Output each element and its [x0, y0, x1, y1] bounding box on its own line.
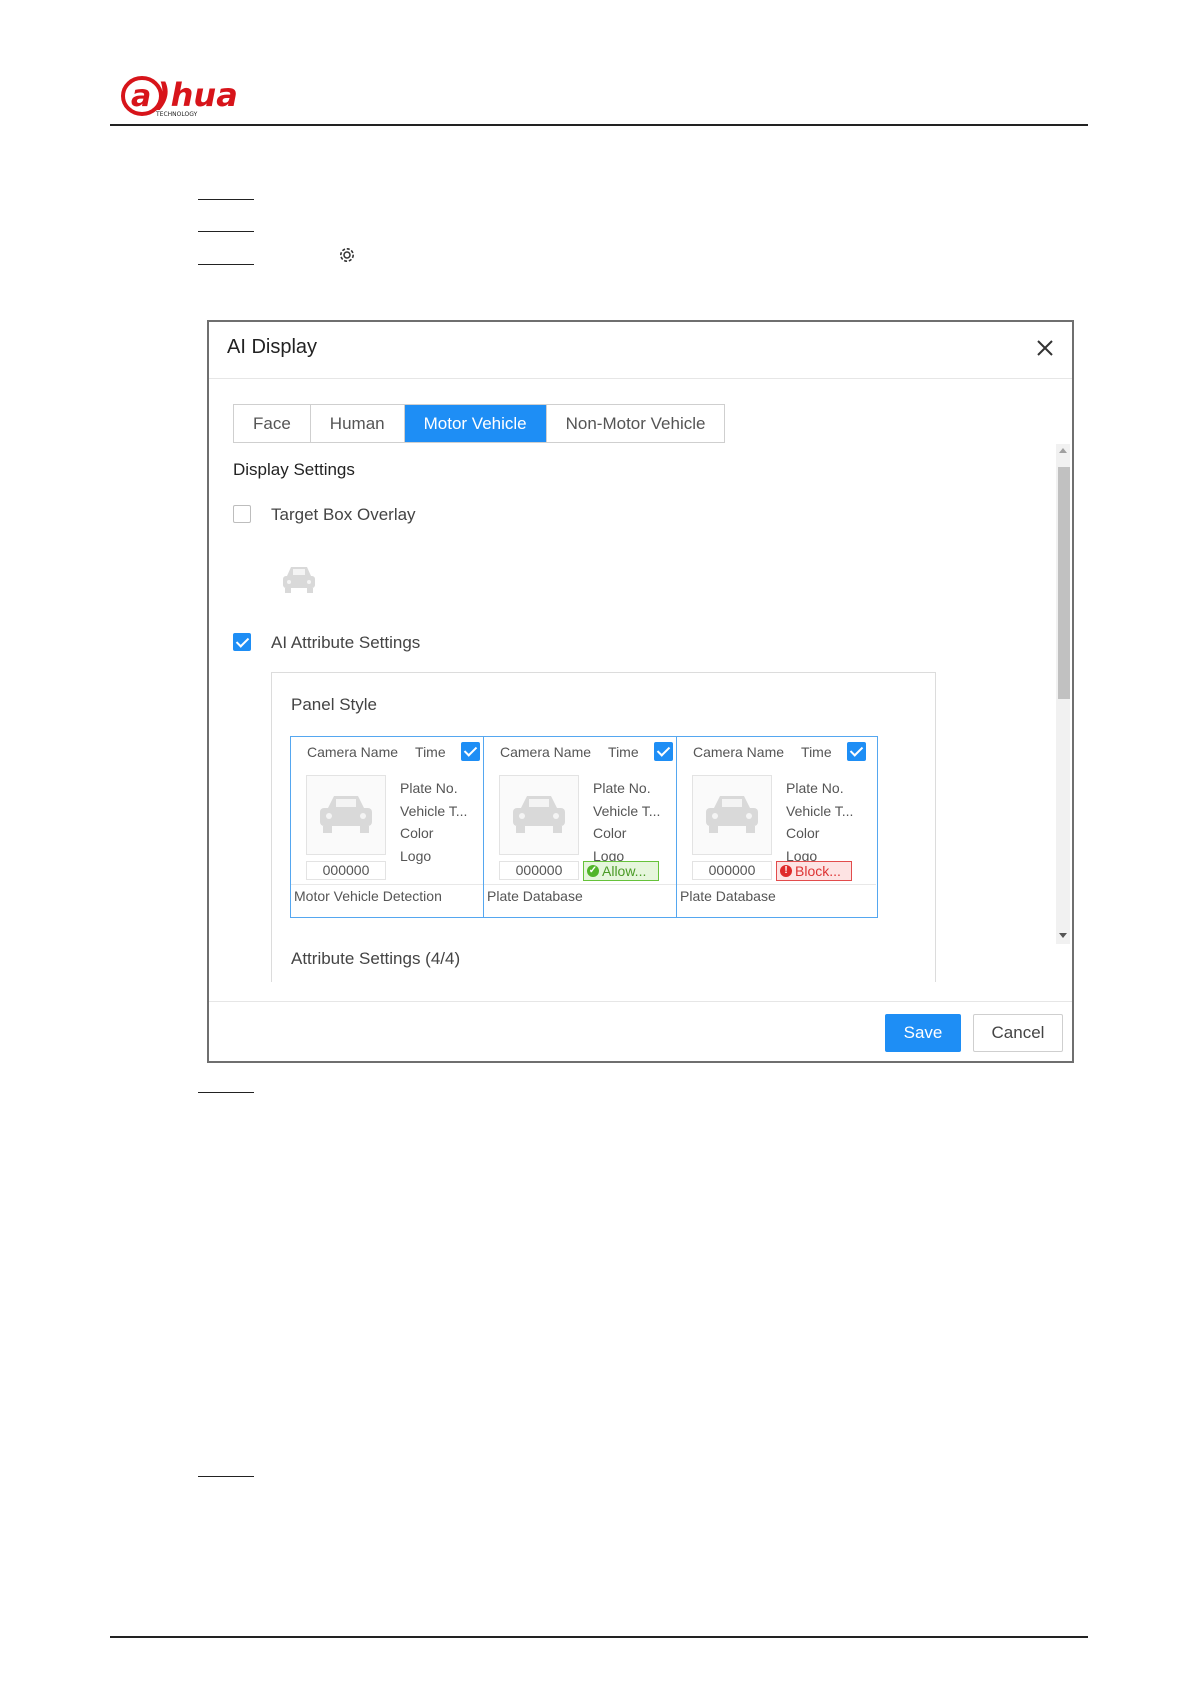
dialog-title: AI Display [227, 336, 318, 358]
attr-vehicle-type: Vehicle T... [400, 802, 468, 819]
display-settings-title: Display Settings [233, 460, 355, 479]
attr-color: Color [593, 825, 627, 841]
cancel-button[interactable]: Cancel [973, 1014, 1063, 1052]
step-marker [198, 264, 254, 265]
attribute-list: Plate No. Vehicle T... Color Logo [400, 777, 467, 867]
footer-rule [110, 1636, 1088, 1638]
plate-number: 000000 [306, 861, 386, 880]
tab-human[interactable]: Human [311, 405, 405, 442]
attribute-list: Plate No. Vehicle T... Color Logo [593, 777, 660, 867]
vehicle-thumbnail [306, 775, 386, 855]
panel-style-card[interactable]: Camera Name Time Plate No. Vehicle T... C… [676, 736, 878, 918]
attr-plate-no: Plate No. [786, 780, 844, 796]
title-divider [209, 378, 1072, 379]
check-circle-icon: ✓ [587, 865, 599, 877]
card-header: Camera Name Time [307, 744, 446, 760]
step-marker [198, 231, 254, 232]
attribute-panel: Panel Style Camera Name Time Plate No. Ve… [271, 672, 936, 982]
alert-circle-icon: ! [780, 865, 792, 877]
car-icon [279, 562, 319, 598]
card-checkbox[interactable] [654, 742, 673, 761]
step-marker [198, 199, 254, 200]
target-box-overlay-checkbox[interactable] [233, 505, 251, 523]
scroll-down-arrow-icon[interactable] [1059, 933, 1067, 938]
block-badge: ! Block... [776, 861, 852, 881]
card-footer: Plate Database [680, 888, 776, 904]
vehicle-thumbnail [692, 775, 772, 855]
attr-plate-no: Plate No. [593, 780, 651, 796]
gear-icon [337, 245, 357, 265]
dahua-logo: a )hua TECHNOLOGY [120, 72, 260, 120]
tab-motor-vehicle[interactable]: Motor Vehicle [404, 405, 547, 442]
camera-name-label: Camera Name [693, 744, 785, 760]
ai-display-dialog: AI Display Face Human Motor Vehicle Non-… [207, 320, 1074, 1063]
vehicle-thumbnail [499, 775, 579, 855]
tab-face[interactable]: Face [234, 405, 311, 442]
card-checkbox[interactable] [461, 742, 480, 761]
step-marker [198, 1476, 254, 1477]
panel-style-card[interactable]: Camera Name Time Plate No. Vehicle T... C… [483, 736, 685, 918]
card-checkbox[interactable] [847, 742, 866, 761]
card-header: Camera Name Time [693, 744, 832, 760]
badge-label: Block... [795, 863, 841, 879]
card-divider [484, 884, 683, 885]
tab-non-motor-vehicle[interactable]: Non-Motor Vehicle [547, 405, 725, 442]
time-label: Time [415, 744, 446, 760]
camera-name-label: Camera Name [307, 744, 399, 760]
logo-text: )hua [155, 76, 238, 114]
header-divider [110, 124, 1088, 126]
target-box-overlay-label: Target Box Overlay [271, 505, 416, 524]
attr-plate-no: Plate No. [400, 780, 458, 796]
scroll-up-arrow-icon[interactable] [1059, 448, 1067, 453]
card-footer: Motor Vehicle Detection [294, 888, 442, 904]
card-header: Camera Name Time [500, 744, 639, 760]
time-label: Time [608, 744, 639, 760]
close-icon[interactable] [1033, 336, 1057, 360]
save-button[interactable]: Save [885, 1014, 961, 1052]
attr-color: Color [786, 825, 820, 841]
time-label: Time [801, 744, 832, 760]
plate-number: 000000 [692, 861, 772, 880]
attr-vehicle-type: Vehicle T... [593, 802, 661, 819]
ai-attribute-settings-label: AI Attribute Settings [271, 633, 421, 652]
card-footer: Plate Database [487, 888, 583, 904]
allow-badge: ✓ Allow... [583, 861, 659, 881]
card-divider [291, 884, 490, 885]
attribute-list: Plate No. Vehicle T... Color Logo [786, 777, 853, 867]
ai-attribute-settings-checkbox[interactable] [233, 633, 251, 651]
attr-logo: Logo [400, 847, 432, 864]
panel-style-card[interactable]: Camera Name Time Plate No. Vehicle T... C… [290, 736, 492, 918]
car-icon [513, 796, 565, 833]
plate-number: 000000 [499, 861, 579, 880]
attr-vehicle-type: Vehicle T... [786, 802, 854, 819]
panel-style-title: Panel Style [291, 695, 377, 714]
badge-label: Allow... [602, 863, 647, 879]
car-icon [706, 796, 758, 833]
svg-text:a: a [131, 79, 151, 114]
attr-color: Color [400, 825, 434, 841]
card-divider [677, 884, 876, 885]
footer-divider [209, 1001, 1072, 1002]
camera-name-label: Camera Name [500, 744, 592, 760]
svg-text:TECHNOLOGY: TECHNOLOGY [155, 111, 198, 118]
scrollbar-thumb[interactable] [1058, 467, 1070, 699]
step-marker [198, 1092, 254, 1093]
tab-bar: Face Human Motor Vehicle Non-Motor Vehic… [233, 404, 726, 443]
attribute-settings-title: Attribute Settings (4/4) [291, 949, 461, 968]
car-icon [320, 796, 372, 833]
